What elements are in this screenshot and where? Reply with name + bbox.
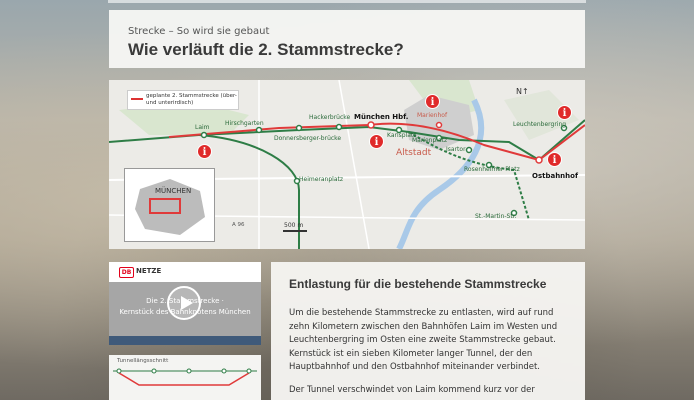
db-logo: DB xyxy=(119,267,134,278)
station-marienplatz: Marienplatz xyxy=(412,137,448,144)
info-icon[interactable]: i xyxy=(197,144,212,159)
station-st-martin-str: St.-Martin-Str. xyxy=(475,213,517,220)
article-paragraph-2: Der Tunnel verschwindet von Laim kommend… xyxy=(289,385,535,395)
tunnel-profile-thumbnail[interactable]: Tunnellängsschnitt xyxy=(109,355,261,400)
play-icon[interactable] xyxy=(167,286,201,320)
legend-line-swatch xyxy=(131,98,143,100)
article-paragraph: Um die bestehende Stammstrecke zu entlas… xyxy=(289,308,558,373)
altstadt-label: Altstadt xyxy=(396,148,432,158)
road-label-a96: A 96 xyxy=(232,222,245,228)
video-footer-bar xyxy=(109,336,261,345)
info-icon[interactable]: i xyxy=(369,134,384,149)
route-map[interactable]: geplante 2. Stammstrecke (über- und unte… xyxy=(109,80,585,249)
station-isartor: Isartor xyxy=(446,146,466,153)
section-header: Strecke – So wird sie gebaut Wie verläuf… xyxy=(109,10,585,68)
station-hirschgarten: Hirschgarten xyxy=(225,120,264,127)
info-icon[interactable]: i xyxy=(547,152,562,167)
info-icon[interactable]: i xyxy=(557,105,572,120)
munich-inset-map: MÜNCHEN xyxy=(124,168,215,242)
station-hauptbahnhof: München Hbf. xyxy=(354,113,409,121)
station-hackerbruecke: Hackerbrücke xyxy=(309,114,351,121)
north-arrow-icon: N↑ xyxy=(516,87,529,96)
station-leuchtenbergring: Leuchtenbergring xyxy=(513,121,567,128)
scale-bar xyxy=(283,230,307,232)
article-title: Entlastung für die bestehende Stammstrec… xyxy=(289,277,547,291)
video-thumbnail[interactable]: DB NETZE Die 2. Stammstrecke · Kernstück… xyxy=(109,262,261,345)
info-icon[interactable]: i xyxy=(425,94,440,109)
scale-label: 500 m xyxy=(284,222,304,229)
video-header: DB NETZE xyxy=(109,262,261,283)
inset-city-label: MÜNCHEN xyxy=(155,187,192,195)
tunnel-title: Tunnellängsschnitt xyxy=(117,358,169,364)
inset-graphic xyxy=(135,179,205,235)
map-legend: geplante 2. Stammstrecke (über- und unte… xyxy=(127,90,239,110)
station-laim: Laim xyxy=(195,124,210,131)
station-donnersbergerbruecke: Donnersberger-brücke xyxy=(274,135,342,142)
legend-text: geplante 2. Stammstrecke (über- und unte… xyxy=(146,93,237,106)
section-kicker: Strecke – So wird sie gebaut xyxy=(128,26,270,37)
top-card-edge xyxy=(108,0,586,3)
article-card: Entlastung für die bestehende Stammstrec… xyxy=(271,262,585,400)
station-rosenheimer-platz: Rosenheimer Platz xyxy=(464,166,520,173)
station-heimeranplatz: Heimeranplatz xyxy=(299,176,344,183)
db-netze-label: NETZE xyxy=(136,267,162,275)
page-title: Wie verläuft die 2. Stammstrecke? xyxy=(128,40,404,59)
station-ostbahnhof: Ostbahnhof xyxy=(532,172,579,180)
station-marienhof: Marienhof xyxy=(417,112,448,119)
